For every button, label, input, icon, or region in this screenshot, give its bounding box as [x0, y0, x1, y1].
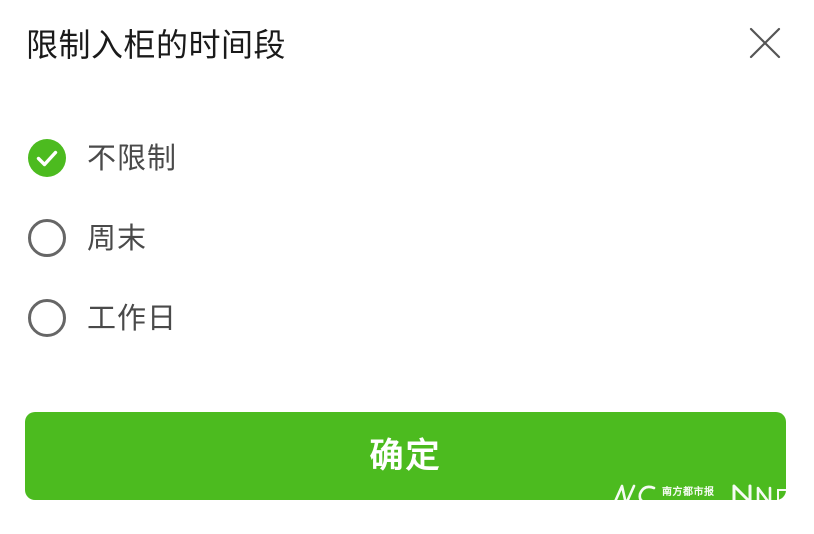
- close-button[interactable]: [749, 27, 781, 59]
- option-unlimited[interactable]: 不限制: [27, 130, 527, 210]
- radio-checked-icon: [27, 138, 67, 178]
- option-label: 周末: [87, 221, 148, 255]
- watermark: 南方都市报: [612, 480, 812, 510]
- confirm-label: 确定: [369, 436, 442, 476]
- option-workday[interactable]: 工作日: [27, 290, 527, 370]
- watermark-paper-name: 南方都市报: [662, 487, 715, 501]
- close-icon: [749, 27, 781, 59]
- option-label: 不限制: [87, 141, 178, 175]
- dialog-title: 限制入柜的时间段: [26, 26, 287, 64]
- radio-unchecked-icon: [27, 218, 67, 258]
- dialog-header: 限制入柜的时间段: [25, 20, 789, 70]
- option-list: 不限制 周末 工作日: [27, 130, 527, 370]
- n-video-logo-icon: [732, 484, 793, 508]
- radio-unchecked-icon: [27, 298, 67, 338]
- option-weekend[interactable]: 周末: [27, 210, 527, 290]
- option-label: 工作日: [87, 301, 178, 335]
- time-limit-dialog: 限制入柜的时间段 不限制 周末 工作日 确定 南方都市报: [0, 0, 814, 534]
- nc-logo-icon: [612, 484, 656, 506]
